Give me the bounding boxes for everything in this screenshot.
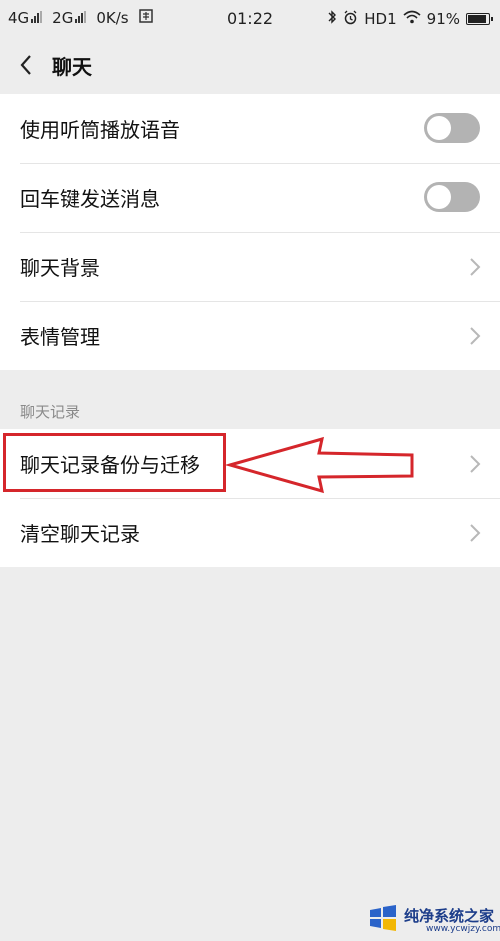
hd-indicator: HD1 — [364, 10, 397, 28]
annotation-highlight-box — [3, 433, 226, 492]
row-clear-history[interactable]: 清空聊天记录 — [0, 498, 500, 567]
earpiece-toggle[interactable] — [424, 113, 480, 143]
row-label: 聊天背景 — [20, 256, 100, 280]
watermark-url: www.ycwjzy.com — [426, 924, 500, 934]
row-enter-to-send[interactable]: 回车键发送消息 — [0, 163, 500, 232]
windows-logo-icon — [370, 905, 396, 931]
battery-percent: 91% — [426, 10, 460, 28]
wifi-icon — [403, 10, 421, 28]
battery-icon — [466, 13, 493, 25]
alarm-icon — [343, 10, 358, 29]
annotation-arrow-icon — [226, 436, 414, 494]
enter-send-toggle[interactable] — [424, 182, 480, 212]
clock: 01:22 — [226, 9, 274, 28]
chevron-right-icon — [470, 258, 481, 276]
status-bar: 4G 2G 0K/s 01:22 HD1 91% — [0, 0, 500, 36]
section-title-chat-history: 聊天记录 — [20, 403, 81, 421]
page-title: 聊天 — [52, 55, 92, 79]
row-label: 使用听筒播放语音 — [20, 118, 180, 142]
row-chat-background[interactable]: 聊天背景 — [0, 232, 500, 301]
bluetooth-icon — [327, 9, 337, 29]
row-sticker-management[interactable]: 表情管理 — [0, 301, 500, 370]
settings-group-general: 使用听筒播放语音 回车键发送消息 聊天背景 表情管理 — [0, 94, 500, 370]
chevron-right-icon — [470, 524, 481, 542]
chevron-right-icon — [470, 455, 481, 473]
chevron-left-icon — [20, 55, 31, 75]
chevron-right-icon — [470, 327, 481, 345]
nav-header: 聊天 — [0, 36, 500, 94]
watermark: 纯净系统之家 www.ycwjzy.com — [362, 900, 500, 941]
watermark-name: 纯净系统之家 — [404, 907, 495, 925]
toggle-knob — [427, 116, 451, 140]
row-label: 清空聊天记录 — [20, 522, 140, 546]
row-label: 回车键发送消息 — [20, 187, 160, 211]
back-button[interactable] — [16, 50, 40, 80]
row-earpiece-playback[interactable]: 使用听筒播放语音 — [0, 94, 500, 163]
row-label: 表情管理 — [20, 325, 100, 349]
toggle-knob — [427, 185, 451, 209]
